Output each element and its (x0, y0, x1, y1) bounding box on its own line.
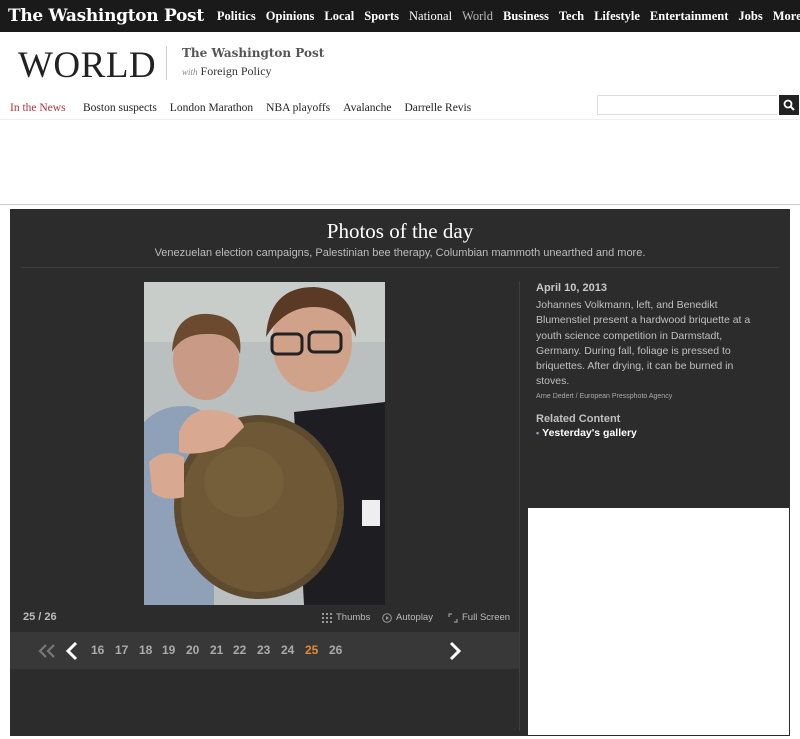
grid-icon (322, 612, 332, 623)
gallery-column-divider (519, 281, 520, 731)
related-link[interactable]: • Yesterday's gallery (536, 427, 766, 439)
bullet-icon: • (536, 427, 540, 438)
fullscreen-button[interactable]: Full Screen (448, 612, 510, 623)
news-link[interactable]: NBA playoffs (266, 102, 330, 114)
news-link[interactable]: Avalanche (343, 102, 391, 114)
page-link[interactable]: 21 (210, 643, 223, 657)
page-link[interactable]: 17 (115, 643, 128, 657)
page-link[interactable]: 20 (186, 643, 199, 657)
page-link[interactable]: 24 (281, 643, 294, 657)
related-link-label: Yesterday's gallery (542, 426, 637, 439)
caption-text: Johannes Volkmann, left, and Benedikt Bl… (536, 299, 751, 388)
gallery-pager: 16 17 18 19 20 21 22 23 24 25 26 (10, 632, 519, 669)
page-link[interactable]: 26 (329, 643, 342, 657)
prev-arrow-icon[interactable] (65, 641, 79, 661)
related-content-header: Related Content (536, 412, 621, 425)
section-title[interactable]: WORLD (18, 44, 156, 87)
nav-business[interactable]: Business (498, 9, 554, 24)
nav-more[interactable]: More (768, 9, 800, 24)
thumbs-label: Thumbs (336, 612, 371, 623)
nav-world[interactable]: World (457, 9, 498, 24)
nav-entertainment[interactable]: Entertainment (645, 9, 733, 24)
nav-lifestyle[interactable]: Lifestyle (589, 9, 645, 24)
search-input[interactable] (597, 95, 777, 115)
nav-sports[interactable]: Sports (359, 9, 404, 24)
advertisement-slot (528, 508, 789, 735)
gallery-subtitle: Venezuelan election campaigns, Palestini… (154, 247, 646, 259)
partner-logo-wapo: The Washington Post (182, 46, 325, 60)
play-icon (382, 612, 392, 623)
news-link[interactable]: Darrelle Revis (404, 102, 471, 114)
gallery-divider (22, 267, 778, 268)
fullscreen-icon (448, 612, 458, 623)
photo-illustration (144, 282, 385, 605)
gallery-photo[interactable] (144, 282, 385, 605)
thumbs-button[interactable]: Thumbs (322, 612, 370, 623)
nav-national[interactable]: National (404, 9, 457, 24)
section-header: WORLD The Washington Post with Foreign Po… (0, 32, 800, 90)
search-button[interactable] (779, 95, 799, 115)
nav-jobs[interactable]: Jobs (733, 9, 767, 24)
page-link[interactable]: 22 (233, 643, 246, 657)
page-link-active[interactable]: 25 (305, 643, 318, 657)
partner-with: with (182, 67, 198, 77)
page-link[interactable]: 19 (162, 643, 175, 657)
partner-logo-fp: with Foreign Policy (182, 64, 272, 79)
photo-counter: 25 / 26 (23, 611, 57, 623)
top-navigation: The Washington Post Politics Opinions Lo… (0, 0, 800, 32)
page-link[interactable]: 23 (257, 643, 270, 657)
page-link[interactable]: 16 (91, 643, 104, 657)
gallery-title: Photos of the day (326, 219, 474, 243)
photo-credit: Arne Dedert / European Pressphoto Agency (536, 392, 673, 400)
in-the-news-label: In the News (10, 101, 66, 114)
news-link[interactable]: London Marathon (170, 102, 253, 114)
autoplay-button[interactable]: Autoplay (382, 612, 433, 623)
photo-gallery: Photos of the day Venezuelan election ca… (10, 209, 790, 736)
autoplay-label: Autoplay (396, 612, 433, 623)
nav-local[interactable]: Local (319, 9, 359, 24)
partner-name: Foreign Policy (200, 64, 272, 78)
next-arrow-icon[interactable] (448, 641, 462, 661)
nav-tech[interactable]: Tech (554, 9, 589, 24)
caption-date: April 10, 2013 (536, 282, 607, 294)
header-divider (166, 46, 167, 80)
washington-post-logo[interactable]: The Washington Post (0, 6, 212, 26)
search-icon (783, 99, 795, 111)
nav-opinions[interactable]: Opinions (261, 9, 320, 24)
news-link[interactable]: Boston suspects (83, 102, 157, 114)
page-divider (0, 204, 800, 205)
fullscreen-label: Full Screen (462, 612, 511, 623)
first-page-icon[interactable] (38, 644, 56, 658)
page-link[interactable]: 18 (139, 643, 152, 657)
nav-politics[interactable]: Politics (212, 9, 261, 24)
photo-caption: April 10, 2013 Johannes Volkmann, left, … (536, 282, 766, 439)
